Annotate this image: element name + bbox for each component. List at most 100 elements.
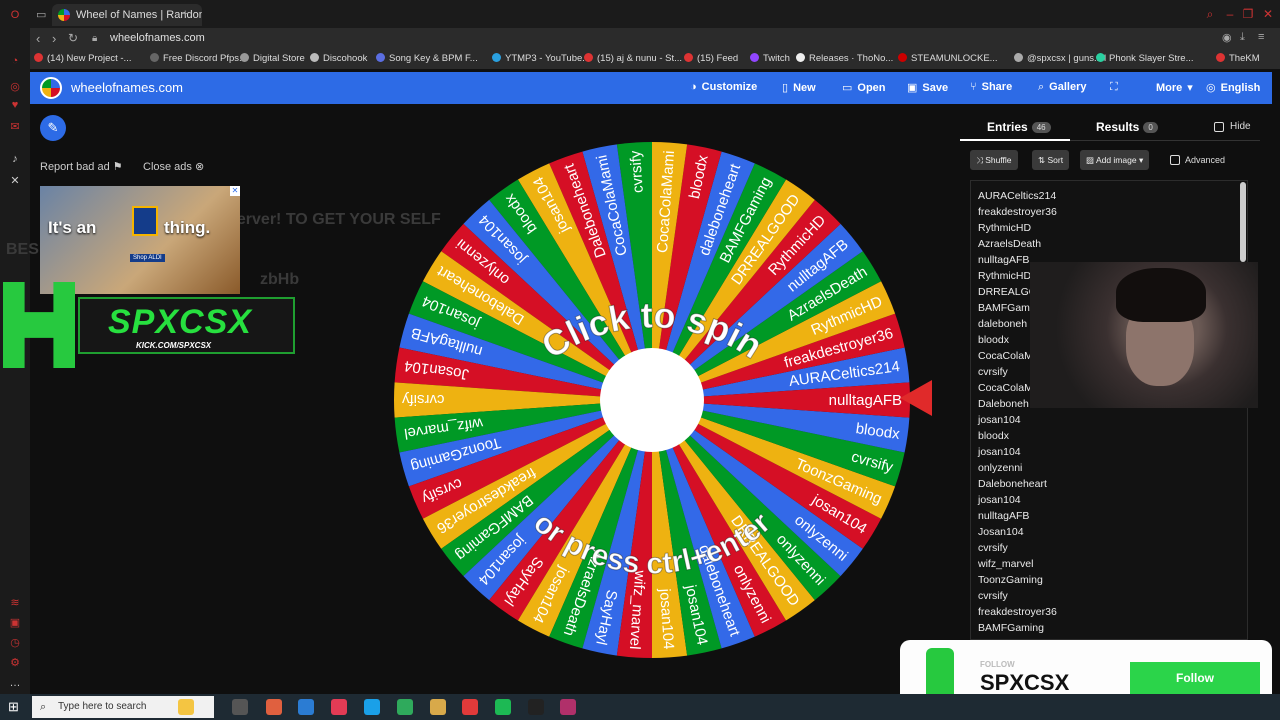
tab-wheel-of-names[interactable]: Wheel of Names | Random	[52, 4, 202, 26]
search-tabs-icon[interactable]: ⌕	[1204, 8, 1216, 20]
sidebar-more-icon[interactable]: …	[8, 676, 22, 690]
task-view-icon[interactable]	[232, 699, 248, 715]
entry-line: cvrsify	[978, 590, 1008, 602]
copilot-icon[interactable]	[178, 699, 194, 715]
close-window-icon[interactable]: ✕	[1262, 8, 1274, 20]
tab-entries[interactable]: Entries 46	[987, 120, 1051, 134]
bookmark-item[interactable]: Releases · ThoNo...	[796, 53, 893, 64]
sidebar-messenger-icon[interactable]: ◎	[8, 80, 22, 94]
bookmark-item[interactable]: STEAMUNLOCKE...	[898, 53, 998, 64]
minimize-icon[interactable]: –	[1224, 8, 1236, 20]
follow-button[interactable]: Follow	[1130, 662, 1260, 694]
forward-icon[interactable]: ›	[52, 31, 56, 46]
header-open-button[interactable]: ▭ Open	[842, 81, 886, 94]
wheel-center[interactable]	[600, 348, 704, 452]
header-button-label: English	[1220, 82, 1261, 94]
edit-pencil-icon[interactable]: ✎	[40, 115, 66, 141]
colorful-app-icon[interactable]	[266, 699, 282, 715]
new-tab-button[interactable]: +	[182, 8, 188, 20]
opera-icon[interactable]	[462, 699, 478, 715]
hide-checkbox[interactable]	[1214, 122, 1224, 132]
share-icon: ⑂	[970, 81, 977, 93]
url-field[interactable]: wheelofnames.com	[110, 32, 205, 44]
report-ad-link[interactable]: Report bad ad ⚑	[40, 160, 123, 173]
wheel-slice-label: nulltagAFB	[829, 392, 902, 409]
header-customize-button[interactable]: ◑ Customize	[690, 81, 757, 93]
sidebar-clock-icon[interactable]: ◷	[8, 636, 22, 650]
advanced-checkbox[interactable]	[1170, 155, 1180, 165]
windows-start-icon[interactable]: ⊞	[8, 699, 24, 715]
reload-icon[interactable]: ↻	[68, 31, 78, 45]
sidebar-wifi-icon[interactable]: ≋	[8, 596, 22, 610]
music-icon[interactable]	[331, 699, 347, 715]
sidebar-tiktok-icon[interactable]: ♪	[8, 152, 22, 166]
sidebar-settings-icon[interactable]: ⚙	[8, 656, 22, 670]
back-icon[interactable]: ‹	[36, 31, 40, 46]
sort-button[interactable]: ⇅ Sort	[1032, 150, 1070, 170]
sidebar-x-icon[interactable]: ✕	[8, 174, 22, 188]
opera-logo-icon[interactable]: O	[8, 8, 22, 22]
sidebar-history-icon[interactable]: ◔	[8, 54, 22, 68]
bookmark-item[interactable]: (15) Feed	[684, 53, 738, 64]
header-english-button[interactable]: ◎ English	[1206, 81, 1260, 94]
add-image-button[interactable]: ▨ Add image ▾	[1080, 150, 1150, 170]
bookmark-item[interactable]: (15) aj & nunu - St...	[584, 53, 682, 64]
shuffle-button[interactable]: ⤨ Shuffle	[970, 150, 1018, 170]
tab-results[interactable]: Results 0	[1096, 120, 1158, 134]
spotify-icon[interactable]	[495, 699, 511, 715]
bookmark-item[interactable]: Twitch	[750, 53, 790, 64]
header-save-button[interactable]: ▣ Save	[907, 81, 948, 94]
wheel-slice-label: cvrsify	[402, 391, 445, 408]
bookmark-item[interactable]: TheKM	[1216, 53, 1260, 64]
app-icon[interactable]	[528, 699, 544, 715]
profile-icon[interactable]: ◉	[1222, 31, 1232, 44]
bookmark-item[interactable]: @spxcsx | guns.lol	[1014, 53, 1106, 64]
header-share-button[interactable]: ⑂ Share	[970, 81, 1012, 93]
close-circle-icon: ⊗	[194, 161, 205, 173]
ad-shop-button[interactable]: Shop ALDI	[130, 254, 165, 262]
menu-icon[interactable]: ≡	[1258, 31, 1264, 43]
bookmark-item[interactable]: Free Discord Pfps...	[150, 53, 247, 64]
bookmark-item[interactable]: Discohook	[310, 53, 367, 64]
edge-icon[interactable]	[364, 699, 380, 715]
header-gallery-button[interactable]: ⌕ Gallery	[1038, 81, 1086, 94]
header-more-button[interactable]: More ▾	[1156, 81, 1198, 94]
sidebar-heart-icon[interactable]: ♥	[8, 98, 22, 112]
workspace-icon[interactable]: ▭	[36, 8, 46, 21]
site-title[interactable]: wheelofnames.com	[71, 80, 183, 95]
fullscreen-icon: ⛶	[1110, 81, 1118, 93]
outlook-icon[interactable]	[298, 699, 314, 715]
download-icon[interactable]: ⤓	[1240, 31, 1245, 44]
restore-icon[interactable]: ❐	[1242, 8, 1254, 20]
excel-icon[interactable]	[397, 699, 413, 715]
close-ads-label: Close ads	[143, 161, 192, 173]
bookmark-item[interactable]: Song Key & BPM F...	[376, 53, 478, 64]
bookmark-favicon-icon	[750, 53, 759, 62]
wheel-pointer-icon	[900, 380, 932, 416]
bookmark-item[interactable]: YTMP3 - YouTube...	[492, 53, 590, 64]
file-explorer-icon[interactable]	[430, 699, 446, 715]
entry-line: nulltagAFB	[978, 510, 1030, 522]
sidebar-cube-icon[interactable]: ▣	[8, 616, 22, 630]
entry-line: ToonzGaming	[978, 574, 1043, 586]
entry-line: freakdestroyer36	[978, 206, 1057, 218]
discord-icon[interactable]	[560, 699, 576, 715]
bookmark-label: YTMP3 - YouTube...	[505, 53, 591, 64]
folder-icon: ▭	[842, 82, 853, 94]
entries-textarea[interactable]: AURACeltics214 freakdestroyer36 RythmicHD A…	[970, 180, 1248, 640]
close-ads-link[interactable]: Close ads ⊗	[143, 160, 204, 173]
ad-close-icon[interactable]: ✕	[230, 186, 240, 196]
header-new-button[interactable]: ▯ New	[782, 81, 816, 94]
entries-scrollbar[interactable]	[1240, 182, 1246, 262]
bookmark-item[interactable]: Digital Store	[240, 53, 305, 64]
webcam-overlay	[1030, 262, 1258, 408]
bookmark-item[interactable]: Phonk Slayer Stre...	[1096, 53, 1193, 64]
wheel-graphic[interactable]: AURACeltics214freakdestroyer36RythmicHDA…	[392, 140, 912, 660]
wheel[interactable]: AURACeltics214 freakdestroyer36 RythmicHD A…	[392, 140, 912, 660]
wheel-logo-icon[interactable]	[40, 77, 62, 99]
sidebar-mail-icon[interactable]: ✉	[8, 120, 22, 134]
header-fullscreen-button[interactable]: ⛶	[1110, 81, 1123, 94]
bookmark-item[interactable]: (14) New Project -...	[34, 53, 131, 64]
windows-taskbar: ⊞ ⌕ Type here to search	[0, 694, 1280, 720]
bookmark-favicon-icon	[1096, 53, 1105, 62]
